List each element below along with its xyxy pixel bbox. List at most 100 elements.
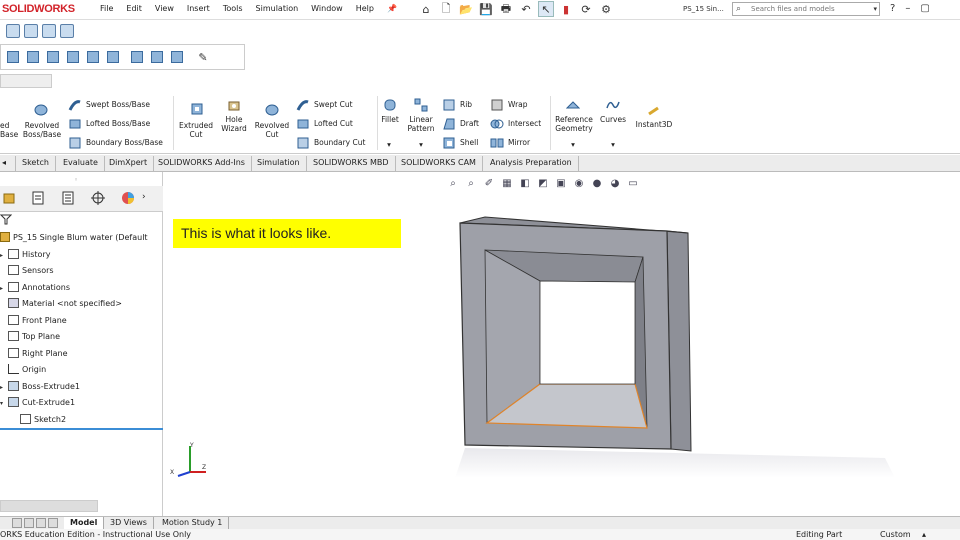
search-input[interactable]: ⌕ Search files and models ▾ [732, 2, 880, 16]
lofted-cut-button[interactable]: Lofted Cut [314, 119, 353, 129]
menu-tools[interactable]: Tools [223, 4, 243, 13]
configuration-combo[interactable] [0, 74, 52, 88]
tree-rollback-bar[interactable] [0, 428, 163, 430]
rebuild-icon[interactable]: ⟳ [578, 1, 594, 17]
boundary-cut-button[interactable]: Boundary Cut [314, 138, 365, 148]
view-dimetric-icon[interactable] [171, 51, 183, 63]
home-icon[interactable]: ⌂ [418, 1, 434, 17]
menu-file[interactable]: File [100, 4, 113, 13]
tab-motion-study-1[interactable]: Motion Study 1 [156, 517, 230, 529]
tab-evaluate[interactable]: Evaluate [57, 156, 105, 171]
tree-item-top-plane[interactable]: Top Plane [0, 331, 60, 342]
tab-mbd[interactable]: SOLIDWORKS MBD [307, 156, 396, 171]
view-bottom-icon[interactable] [107, 51, 119, 63]
wrap-button[interactable]: Wrap [508, 100, 528, 110]
pane-collapse-dot[interactable]: ◦ [74, 176, 78, 184]
tree-item-right-plane[interactable]: Right Plane [0, 348, 68, 359]
display-manager-tab-icon[interactable] [120, 190, 136, 206]
view-front-icon[interactable] [7, 51, 19, 63]
tree-item-front-plane[interactable]: Front Plane [0, 315, 67, 326]
swept-cut-button[interactable]: Swept Cut [314, 100, 353, 110]
tree-item-history[interactable]: ▸ History [0, 249, 50, 261]
horizontal-scrollbar[interactable] [0, 500, 98, 512]
intersect-button[interactable]: Intersect [508, 119, 541, 129]
configuration-manager-tab-icon[interactable] [60, 190, 76, 206]
revolved-cut-button[interactable]: Revolved Cut [252, 121, 292, 139]
mirror-button[interactable]: Mirror [508, 138, 530, 148]
tab-sketch[interactable]: Sketch [16, 156, 56, 171]
expand-arrow-icon[interactable]: ▸ [0, 382, 8, 393]
last-tab-icon[interactable] [48, 518, 58, 528]
tree-item-annotations[interactable]: ▸ Annotations [0, 282, 70, 294]
tree-root[interactable]: PS_15 Single Blum water (Default [0, 232, 148, 243]
tree-item-sketch2[interactable]: Sketch2 [20, 414, 66, 425]
tab-model[interactable]: Model [64, 517, 105, 529]
menu-view[interactable]: View [155, 4, 174, 13]
view-right-icon[interactable] [67, 51, 79, 63]
options-gear-icon[interactable]: ⚙ [598, 1, 614, 17]
part-model-frame[interactable] [455, 213, 900, 478]
chevron-down-icon[interactable]: ▾ [873, 3, 877, 15]
menu-window[interactable]: Window [311, 4, 343, 13]
reference-geometry-button[interactable]: Reference Geometry [552, 115, 596, 133]
edit-appearance-icon[interactable]: ● [590, 176, 604, 190]
menu-edit[interactable]: Edit [126, 4, 142, 13]
revolved-boss-button[interactable]: Revolved Boss/Base [20, 121, 64, 139]
tab-simulation[interactable]: Simulation [251, 156, 307, 171]
view-top-icon[interactable] [87, 51, 99, 63]
next-tab-icon[interactable] [36, 518, 46, 528]
undo-icon[interactable]: ↶ [518, 1, 534, 17]
view-left-icon[interactable] [47, 51, 59, 63]
view-isometric-icon[interactable] [131, 51, 143, 63]
section-view-icon[interactable]: ▦ [500, 176, 514, 190]
minimize-icon[interactable]: – [905, 3, 910, 14]
restore-icon[interactable]: ▢ [920, 3, 929, 14]
select-arrow-icon[interactable]: ↖ [538, 1, 554, 17]
tree-item-cut-extrude1[interactable]: ▾ Cut-Extrude1 [0, 397, 75, 409]
hide-show-icon[interactable]: ◉ [572, 176, 586, 190]
swept-boss-button[interactable]: Swept Boss/Base [86, 100, 150, 110]
save-icon[interactable]: 💾 [478, 1, 494, 17]
rectangle-icon[interactable] [60, 24, 74, 38]
features-tab-partial[interactable]: ◂ [0, 156, 16, 171]
curves-button[interactable]: Curves [598, 115, 628, 124]
menu-help[interactable]: Help [356, 4, 374, 13]
dynamic-annotation-icon[interactable]: ◧ [518, 176, 532, 190]
zoom-area-icon[interactable]: ⌕ [464, 176, 478, 190]
boundary-boss-button[interactable]: Boundary Boss/Base [86, 138, 163, 148]
linear-pattern-button[interactable]: Linear Pattern [404, 115, 438, 133]
sketch-icon[interactable] [6, 24, 20, 38]
tree-item-origin[interactable]: Origin [0, 364, 46, 375]
view-trimetric-icon[interactable] [151, 51, 163, 63]
filter-icon[interactable] [0, 213, 12, 225]
extruded-cut-button[interactable]: Extruded Cut [176, 121, 216, 139]
expand-arrow-icon[interactable]: ▸ [0, 250, 8, 261]
curves-dropdown[interactable]: ▾ [606, 140, 620, 149]
prev-tab-icon[interactable] [24, 518, 34, 528]
feature-manager-tab-icon[interactable] [2, 190, 18, 206]
fillet-dropdown[interactable]: ▾ [382, 140, 396, 149]
tab-analysis-preparation[interactable]: Analysis Preparation [484, 156, 579, 171]
view-orientation-icon[interactable]: ◩ [536, 176, 550, 190]
pin-icon[interactable]: 📌 [387, 4, 397, 13]
pane-more-icon[interactable]: › [142, 192, 146, 202]
status-units[interactable]: Custom [880, 529, 911, 540]
print-icon[interactable]: 🖶 [498, 1, 514, 17]
tree-item-boss-extrude1[interactable]: ▸ Boss-Extrude1 [0, 381, 80, 393]
extruded-boss-partial[interactable]: ed Base [0, 121, 18, 139]
open-icon[interactable]: 📂 [458, 1, 474, 17]
tree-item-sensors[interactable]: Sensors [0, 265, 54, 276]
lofted-boss-button[interactable]: Lofted Boss/Base [86, 119, 150, 129]
apply-scene-icon[interactable]: ◕ [608, 176, 622, 190]
tab-cam[interactable]: SOLIDWORKS CAM [395, 156, 483, 171]
menu-insert[interactable]: Insert [187, 4, 210, 13]
view-back-icon[interactable] [27, 51, 39, 63]
expand-arrow-icon[interactable]: ▸ [0, 283, 8, 294]
property-manager-tab-icon[interactable] [30, 190, 46, 206]
traffic-light-icon[interactable]: ▮ [558, 1, 574, 17]
first-tab-icon[interactable] [12, 518, 22, 528]
smart-dimension-icon[interactable] [24, 24, 38, 38]
rib-button[interactable]: Rib [460, 100, 472, 110]
dimxpert-manager-tab-icon[interactable] [90, 190, 106, 206]
display-style-icon[interactable]: ▣ [554, 176, 568, 190]
